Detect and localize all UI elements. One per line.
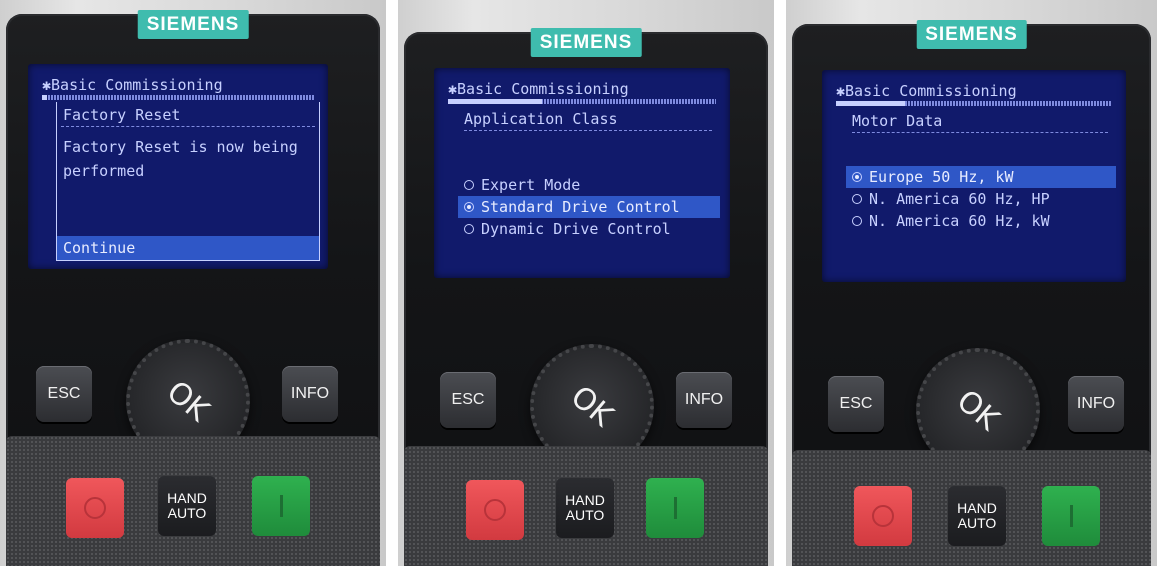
hand-label: HAND — [167, 490, 207, 506]
on-icon — [673, 497, 677, 519]
info-button[interactable]: INFO — [282, 366, 338, 422]
message-dialog: Factory Reset Factory Reset is now being… — [56, 102, 320, 261]
display-screen: ✱Basic Commissioning Motor Data Europe 5… — [822, 70, 1126, 282]
option-label: Europe 50 Hz, kW — [869, 168, 1014, 186]
start-button[interactable] — [252, 476, 310, 536]
option-label: N. America 60 Hz, kW — [869, 212, 1050, 230]
progress-fill — [42, 95, 48, 100]
start-button[interactable] — [1042, 486, 1100, 546]
option-label: Expert Mode — [481, 176, 581, 194]
ok-label: OK — [950, 382, 1006, 438]
radio-selected-icon — [464, 202, 474, 212]
stop-button[interactable] — [466, 480, 524, 540]
ok-label: OK — [564, 378, 620, 434]
option-label: Standard Drive Control — [481, 198, 680, 216]
operator-panel-photo-2: SIEMENS ✱Basic Commissioning Application… — [398, 0, 774, 566]
auto-label: AUTO — [957, 515, 997, 531]
control-keys-panel: HAND AUTO — [6, 436, 380, 566]
dialog-heading: Factory Reset — [63, 106, 181, 124]
siemens-logo: SIEMENS — [916, 20, 1027, 49]
progress-bar — [836, 101, 1112, 106]
control-keys-panel: HAND AUTO — [792, 450, 1151, 566]
divider — [464, 130, 712, 131]
siemens-logo: SIEMENS — [137, 10, 249, 39]
option-label: Dynamic Drive Control — [481, 220, 671, 238]
menu-title: ✱Basic Commissioning — [448, 80, 629, 98]
hand-label: HAND — [565, 492, 605, 508]
stop-button[interactable] — [854, 486, 912, 546]
menu-title: ✱Basic Commissioning — [42, 76, 223, 94]
progress-bar — [448, 99, 716, 104]
on-icon — [1069, 505, 1073, 527]
hand-auto-button[interactable]: HAND AUTO — [556, 478, 614, 538]
esc-button[interactable]: ESC — [36, 366, 92, 422]
progress-fill — [448, 99, 542, 104]
option-europe-50hz-kw[interactable]: Europe 50 Hz, kW — [846, 166, 1116, 188]
hand-auto-button[interactable]: HAND AUTO — [158, 476, 216, 536]
control-keys-panel: HAND AUTO — [404, 446, 768, 566]
display-screen: ✱Basic Commissioning Factory Reset Facto… — [28, 64, 328, 269]
divider — [852, 132, 1108, 133]
ok-label: OK — [160, 373, 216, 429]
progress-fill — [836, 101, 905, 106]
progress-bar — [42, 95, 314, 100]
radio-selected-icon — [852, 172, 862, 182]
esc-button[interactable]: ESC — [440, 372, 496, 428]
option-na-60hz-hp[interactable]: N. America 60 Hz, HP — [846, 188, 1116, 210]
radio-icon — [464, 224, 474, 234]
radio-icon — [852, 194, 862, 204]
off-icon — [484, 499, 506, 521]
option-na-60hz-kw[interactable]: N. America 60 Hz, kW — [846, 210, 1116, 232]
operator-panel-photo-3: SIEMENS ✱Basic Commissioning Motor Data … — [786, 0, 1157, 566]
auto-label: AUTO — [167, 505, 207, 521]
radio-icon — [852, 216, 862, 226]
option-label: N. America 60 Hz, HP — [869, 190, 1050, 208]
option-list: Expert Mode Standard Drive Control Dynam… — [458, 174, 720, 240]
esc-button[interactable]: ESC — [828, 376, 884, 432]
info-button[interactable]: INFO — [676, 372, 732, 428]
message-line: Factory Reset is now being — [63, 138, 298, 156]
on-icon — [279, 495, 283, 517]
divider — [61, 126, 315, 127]
screen-heading: Motor Data — [852, 112, 943, 130]
menu-title: ✱Basic Commissioning — [836, 82, 1017, 100]
screen-heading: Application Class — [464, 110, 618, 128]
start-button[interactable] — [646, 478, 704, 538]
display-screen: ✱Basic Commissioning Application Class E… — [434, 68, 730, 278]
hand-auto-button[interactable]: HAND AUTO — [948, 486, 1006, 546]
option-standard-drive-control[interactable]: Standard Drive Control — [458, 196, 720, 218]
dialog-message: Factory Reset is now being performed — [63, 135, 311, 183]
option-expert-mode[interactable]: Expert Mode — [458, 174, 720, 196]
info-button[interactable]: INFO — [1068, 376, 1124, 432]
message-line: performed — [63, 162, 145, 180]
option-dynamic-drive-control[interactable]: Dynamic Drive Control — [458, 218, 720, 240]
hand-label: HAND — [957, 500, 997, 516]
siemens-logo: SIEMENS — [530, 28, 642, 57]
off-icon — [84, 497, 106, 519]
operator-panel-photo-1: SIEMENS ✱Basic Commissioning Factory Res… — [0, 0, 386, 566]
auto-label: AUTO — [565, 507, 605, 523]
off-icon — [872, 505, 894, 527]
stop-button[interactable] — [66, 478, 124, 538]
option-list: Europe 50 Hz, kW N. America 60 Hz, HP N.… — [846, 166, 1116, 232]
continue-option[interactable]: Continue — [57, 236, 319, 260]
radio-icon — [464, 180, 474, 190]
